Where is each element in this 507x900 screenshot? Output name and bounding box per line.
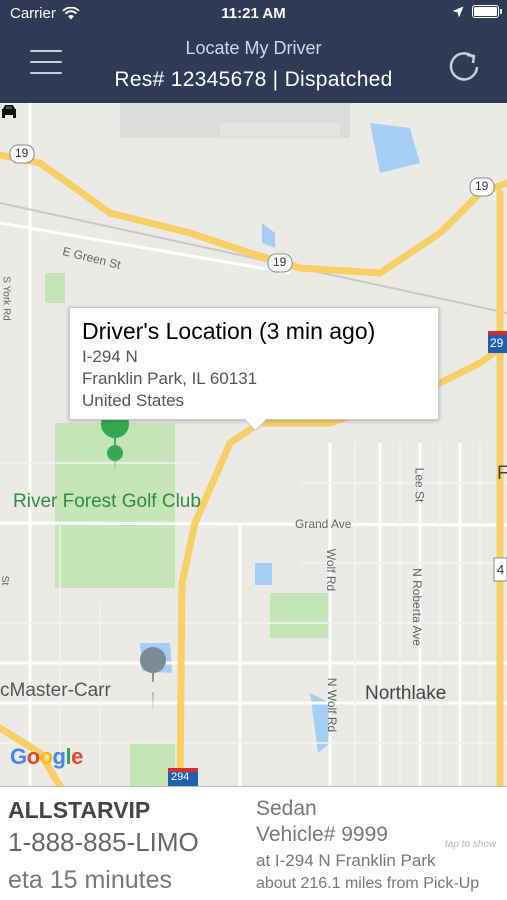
- i294-shield: 294: [171, 771, 190, 783]
- battery-icon: [472, 5, 502, 18]
- distance-from-pickup: about 216.1 miles from Pick-Up: [256, 875, 480, 892]
- status-time: 11:21 AM: [221, 5, 286, 22]
- street-label-n-wolf-rd: N Wolf Rd: [325, 677, 340, 733]
- street-label-york-rd: S York Rd: [0, 276, 12, 321]
- street-label-lee-st: Lee St: [412, 467, 427, 503]
- refresh-icon[interactable]: [445, 46, 485, 86]
- callout-title: Driver's Location (3 min ago): [82, 318, 376, 344]
- driver-info-panel[interactable]: ALLSTARVIP 1-888-885-LIMO eta 15 minutes…: [0, 786, 507, 900]
- callout-address-line1: I-294 N: [82, 347, 138, 366]
- header-bar: Locate My Driver Res# 12345678 | Dispatc…: [0, 28, 507, 103]
- i294-shield: 29: [490, 336, 504, 350]
- company-name: ALLSTARVIP: [8, 797, 151, 823]
- status-right-group: [452, 5, 502, 18]
- place-label-f: F: [497, 463, 507, 484]
- header-subtitle: Locate My Driver: [185, 38, 322, 58]
- callout-address-line2: Franklin Park, IL 60131: [82, 369, 258, 388]
- eta-label: eta 15 minutes: [8, 866, 172, 894]
- route-19-shield: 19: [15, 146, 29, 160]
- street-label-grand-ave: Grand Ave: [295, 517, 352, 531]
- driver-location-callout[interactable]: Driver's Location (3 min ago) I-294 N Fr…: [69, 307, 439, 420]
- street-label-wolf-rd: Wolf Rd: [324, 548, 339, 592]
- vehicle-location: at I-294 N Franklin Park: [256, 851, 436, 870]
- vehicle-number: Vehicle# 9999: [256, 823, 388, 846]
- map-view[interactable]: 19 19 19 29 294 4 E Green St S York Rd S…: [0, 103, 507, 786]
- reservation-title: Res# 12345678 | Dispatched: [114, 68, 393, 91]
- phone-number-link[interactable]: 1-888-885-LIMO: [8, 827, 199, 858]
- route-19-shield: 19: [273, 255, 287, 269]
- us4-shield: 4: [497, 562, 505, 577]
- place-label-golf-club: River Forest Golf Club: [13, 491, 201, 512]
- status-bar: Carrier 11:21 AM: [0, 0, 507, 28]
- street-label-st: St: [0, 575, 11, 586]
- route-19-shield: 19: [475, 179, 489, 193]
- place-label-northlake: Northlake: [365, 683, 447, 704]
- vehicle-type: Sedan: [256, 797, 317, 820]
- location-arrow-icon: [452, 6, 464, 17]
- callout-address-line3: United States: [82, 391, 185, 410]
- place-label-mcmaster: cMaster-Carr: [0, 680, 111, 701]
- tap-to-show-hint[interactable]: tap to show: [445, 839, 496, 850]
- street-label-roberta-ave: N Roberta Ave: [409, 568, 424, 646]
- google-logo: Google: [10, 744, 83, 769]
- car-icon[interactable]: [0, 103, 18, 119]
